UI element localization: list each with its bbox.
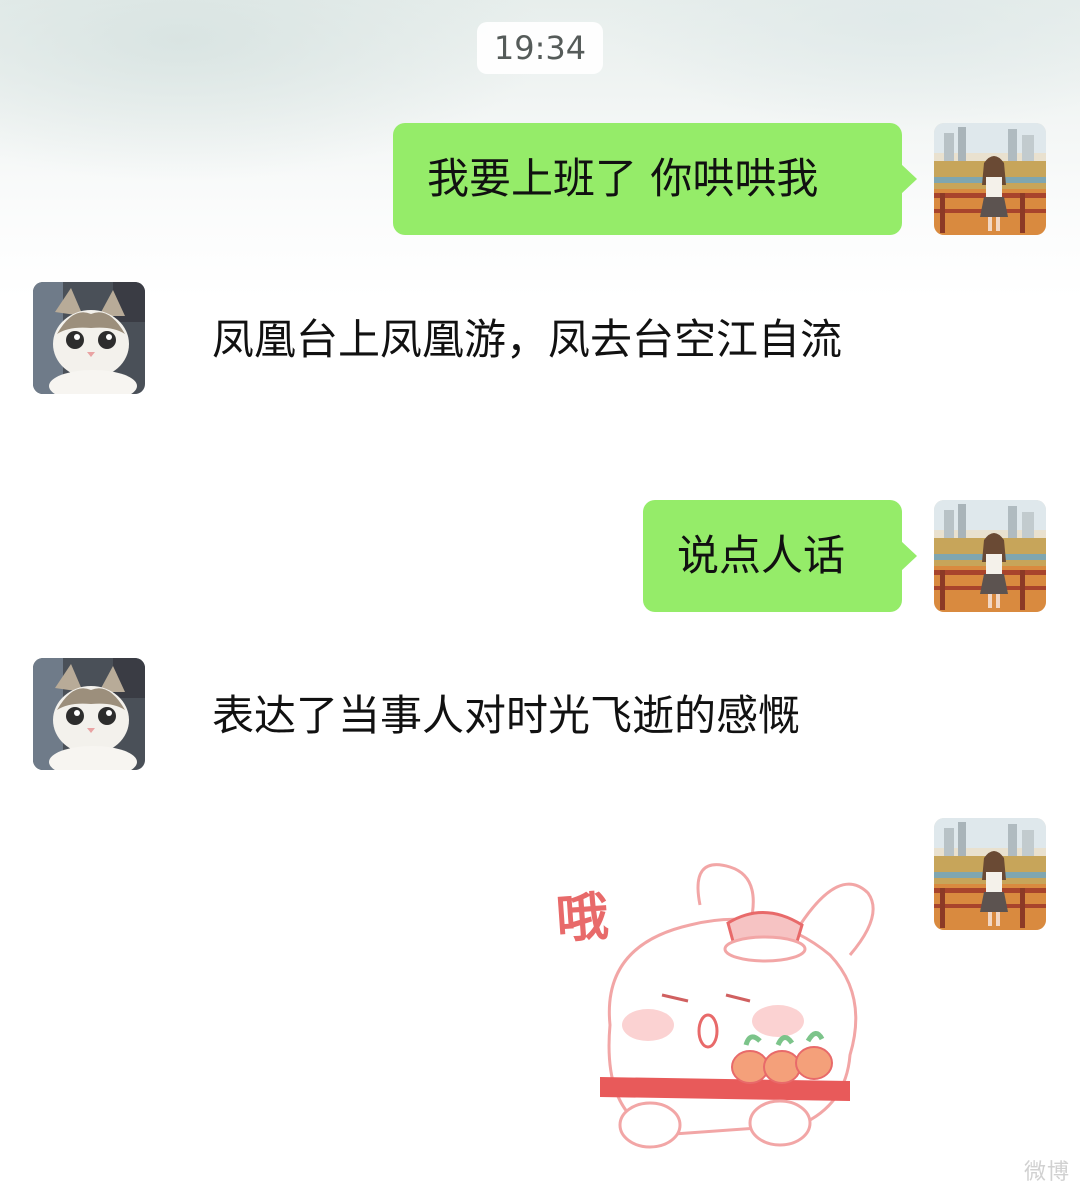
outgoing-message-bubble[interactable]: 说点人话	[643, 500, 917, 612]
girl-avatar-icon	[934, 818, 1046, 930]
incoming-message-text[interactable]: 凤凰台上凤凰游，凤去台空江自流	[212, 312, 892, 368]
outgoing-message-bubble[interactable]: 我要上班了 你哄哄我	[393, 123, 917, 235]
my-avatar[interactable]	[934, 123, 1046, 235]
message-text: 我要上班了 你哄哄我	[427, 154, 819, 203]
message-text: 表达了当事人对时光飞逝的感慨	[212, 691, 801, 740]
timestamp: 19:34	[477, 22, 603, 74]
cat-avatar-icon	[33, 658, 145, 770]
contact-avatar[interactable]	[33, 282, 145, 394]
girl-avatar-icon	[934, 123, 1046, 235]
my-avatar[interactable]	[934, 818, 1046, 930]
watermark: 微博	[1023, 1160, 1070, 1185]
my-avatar[interactable]	[934, 500, 1046, 612]
incoming-message-text[interactable]: 表达了当事人对时光飞逝的感慨	[212, 688, 892, 744]
message-text: 说点人话	[677, 531, 846, 580]
contact-avatar[interactable]	[33, 658, 145, 770]
girl-avatar-icon	[934, 500, 1046, 612]
cat-avatar-icon	[33, 282, 145, 394]
sticker-caption: 哦	[554, 886, 607, 951]
message-text: 凤凰台上凤凰游，凤去台空江自流	[212, 315, 843, 364]
